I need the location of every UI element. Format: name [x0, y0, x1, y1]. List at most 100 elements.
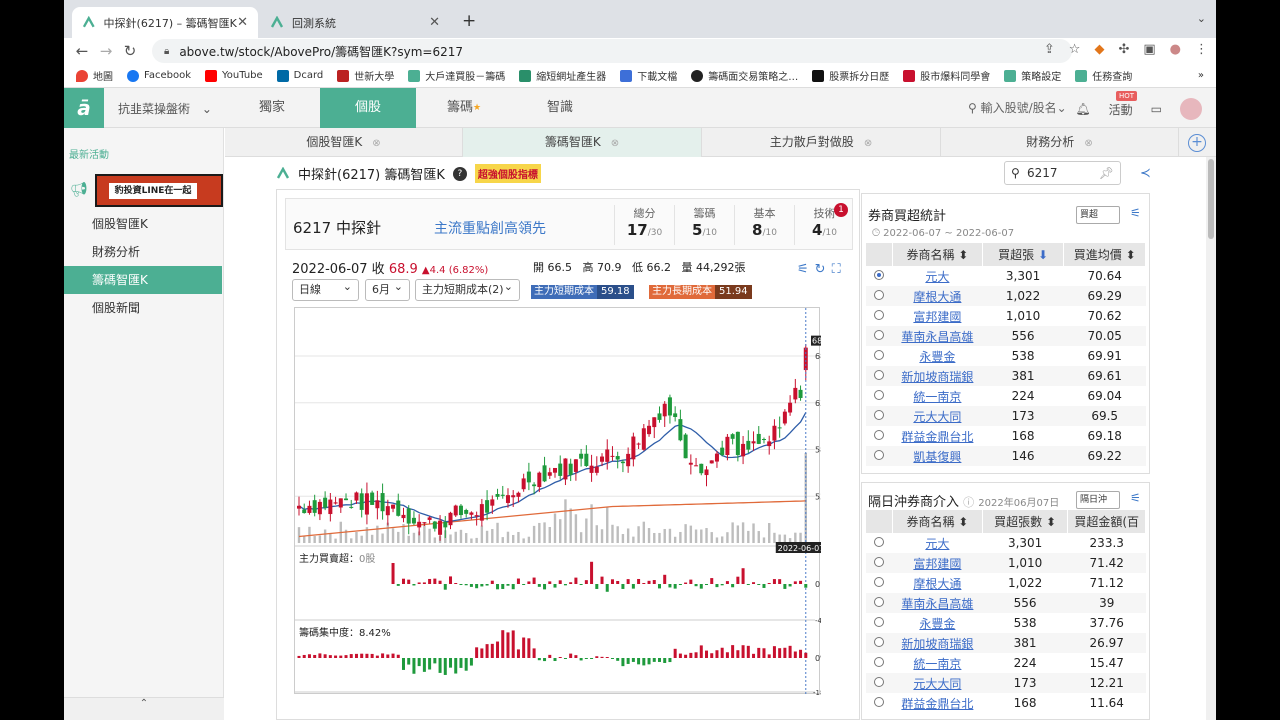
- table-row[interactable]: 華南永昌高雄 556 39: [866, 593, 1146, 613]
- row-radio[interactable]: [866, 426, 893, 446]
- close-tab-icon[interactable]: ✕: [237, 15, 248, 30]
- header-avg-price[interactable]: 買進均價 ⬍: [1063, 243, 1146, 266]
- broker-link[interactable]: 元大: [893, 266, 983, 286]
- header-net-buy[interactable]: 買超張 ⬇: [982, 243, 1065, 266]
- broker-link[interactable]: 華南永昌高雄: [892, 593, 983, 613]
- close-icon[interactable]: ⊗: [864, 138, 872, 149]
- sidebar-item-financial[interactable]: 財務分析: [64, 238, 222, 266]
- period-select[interactable]: 日線: [292, 277, 359, 301]
- broker-link[interactable]: 富邦建國: [892, 553, 983, 573]
- header-broker[interactable]: 券商名稱 ⬍: [892, 510, 983, 533]
- bookmark-split[interactable]: 股票拆分日歷: [812, 68, 889, 83]
- row-radio[interactable]: [866, 346, 893, 366]
- table-row[interactable]: 永豐金 538 69.91: [866, 346, 1146, 366]
- radio-button[interactable]: [874, 677, 885, 687]
- broker-link[interactable]: 永豐金: [893, 613, 983, 633]
- broker-link[interactable]: 元大大同: [892, 406, 983, 426]
- radio-button[interactable]: [874, 350, 885, 360]
- bookmark-forum[interactable]: 股市爆料同學會: [903, 68, 990, 83]
- row-radio[interactable]: [866, 446, 893, 466]
- row-radio[interactable]: [866, 613, 893, 633]
- table-row[interactable]: 統一南京 224 15.47: [866, 653, 1146, 673]
- table-row[interactable]: 富邦建國 1,010 70.62: [866, 306, 1146, 326]
- sidebar-collapse-icon[interactable]: ⌃: [64, 697, 224, 720]
- radio-button[interactable]: [874, 330, 885, 340]
- share-icon[interactable]: ⇪: [1044, 42, 1055, 57]
- browser-tab-active[interactable]: 中探針(6217) – 籌碼智匯K｜豹投 ✕: [72, 7, 258, 38]
- broker-link[interactable]: 永豐金: [893, 346, 983, 366]
- radio-button[interactable]: [874, 430, 885, 440]
- table-row[interactable]: 元大 3,301 70.64: [866, 266, 1146, 286]
- symbol-search-input[interactable]: ⚲ 6217 📌︎: [1004, 161, 1121, 185]
- table-row[interactable]: 元大大同 173 12.21: [866, 673, 1146, 693]
- radio-button[interactable]: [874, 390, 885, 400]
- table-row[interactable]: 元大大同 173 69.5: [866, 406, 1146, 426]
- broker-link[interactable]: 摩根大通: [893, 573, 983, 593]
- radio-button[interactable]: [874, 270, 885, 280]
- broker-link[interactable]: 統一南京: [893, 653, 983, 673]
- buy-select[interactable]: 買超: [1076, 206, 1120, 224]
- sidebar-item-news[interactable]: 個股新聞: [64, 294, 222, 322]
- line-banner[interactable]: 豹投資LINE在一起: [95, 174, 223, 207]
- star-icon[interactable]: ☆: [1069, 42, 1081, 57]
- subtab-chips-k[interactable]: 籌碼智匯K ⊗: [463, 128, 702, 157]
- radio-button[interactable]: [874, 657, 885, 667]
- table-row[interactable]: 統一南京 224 69.04: [866, 386, 1146, 406]
- row-radio[interactable]: [866, 673, 893, 693]
- row-radio[interactable]: [866, 533, 893, 553]
- broker-link[interactable]: 華南永昌高雄: [892, 326, 983, 346]
- bookmark-settings[interactable]: 策略設定: [1004, 68, 1061, 83]
- broker-link[interactable]: 凱基復興: [892, 446, 983, 466]
- activity-link[interactable]: 活動: [1109, 101, 1133, 118]
- radio-button[interactable]: [874, 597, 885, 607]
- row-radio[interactable]: [866, 266, 893, 286]
- table-row[interactable]: 華南永昌高雄 556 70.05: [866, 326, 1146, 346]
- radio-button[interactable]: [874, 410, 885, 420]
- row-radio[interactable]: [866, 326, 893, 346]
- sidepanel-icon[interactable]: ▣: [1143, 42, 1155, 57]
- range-select[interactable]: 6月: [365, 277, 410, 301]
- metamask-icon[interactable]: ◆: [1094, 42, 1104, 57]
- table-row[interactable]: 群益金鼎台北 168 69.18: [866, 426, 1146, 446]
- day-trade-select[interactable]: 隔日沖: [1076, 491, 1120, 509]
- header-net-lots[interactable]: 買超張數 ⬍: [982, 510, 1069, 533]
- page-scrollbar[interactable]: [1206, 157, 1216, 720]
- broker-link[interactable]: 元大大同: [892, 673, 983, 693]
- table-row[interactable]: 凱基復興 146 69.22: [866, 446, 1146, 466]
- broker-link[interactable]: 統一南京: [893, 386, 983, 406]
- nav-chips[interactable]: 籌碼★: [416, 88, 512, 128]
- bookmark-shih-hsin[interactable]: 世新大學: [337, 68, 394, 83]
- window-icon[interactable]: ▭: [1151, 102, 1162, 116]
- indicator-select[interactable]: 主力短期成本(2): [415, 277, 520, 301]
- radio-button[interactable]: [874, 617, 885, 627]
- row-radio[interactable]: [866, 693, 893, 713]
- broker-link[interactable]: 摩根大通: [892, 286, 983, 306]
- nav-stock[interactable]: 個股: [320, 88, 416, 128]
- bookmark-maps[interactable]: 地圖: [76, 68, 113, 83]
- subtab-stock-k[interactable]: 個股智匯K ⊗: [225, 128, 463, 157]
- header-broker[interactable]: 券商名稱 ⬍: [892, 243, 983, 266]
- settings-sliders-icon[interactable]: ⚟: [797, 262, 809, 277]
- filter-sliders-icon[interactable]: ⚟: [1130, 206, 1141, 220]
- share-icon[interactable]: ≺: [1140, 166, 1151, 181]
- radio-button[interactable]: [874, 577, 885, 587]
- radio-button[interactable]: [874, 450, 885, 460]
- table-row[interactable]: 永豐金 538 37.76: [866, 613, 1146, 633]
- broker-link[interactable]: 新加坡商瑞銀: [892, 366, 983, 386]
- menu-icon[interactable]: ⋮: [1195, 42, 1208, 57]
- premium-tag[interactable]: 超強個股指標: [474, 164, 541, 183]
- table-row[interactable]: 新加坡商瑞銀 381 26.97: [866, 633, 1146, 653]
- row-radio[interactable]: [866, 286, 893, 306]
- row-radio[interactable]: [866, 553, 893, 573]
- close-icon[interactable]: ⊗: [1084, 138, 1092, 149]
- bookmark-above[interactable]: 大戶達買股－籌碼: [408, 68, 505, 83]
- nav-knowledge[interactable]: 智識: [512, 88, 608, 128]
- table-row[interactable]: 新加坡商瑞銀 381 69.61: [866, 366, 1146, 386]
- bookmarks-more[interactable]: »: [1198, 70, 1204, 81]
- bookmark-strategy[interactable]: 籌碼面交易策略之…: [691, 68, 798, 83]
- sidebar-item-stock-k[interactable]: 個股智匯K: [64, 210, 222, 238]
- pin-icon[interactable]: 📌︎: [1099, 162, 1114, 184]
- forward-icon[interactable]: →: [94, 42, 118, 60]
- bookmark-dcard[interactable]: Dcard: [276, 69, 323, 82]
- info-icon[interactable]: ⓘ: [963, 496, 974, 509]
